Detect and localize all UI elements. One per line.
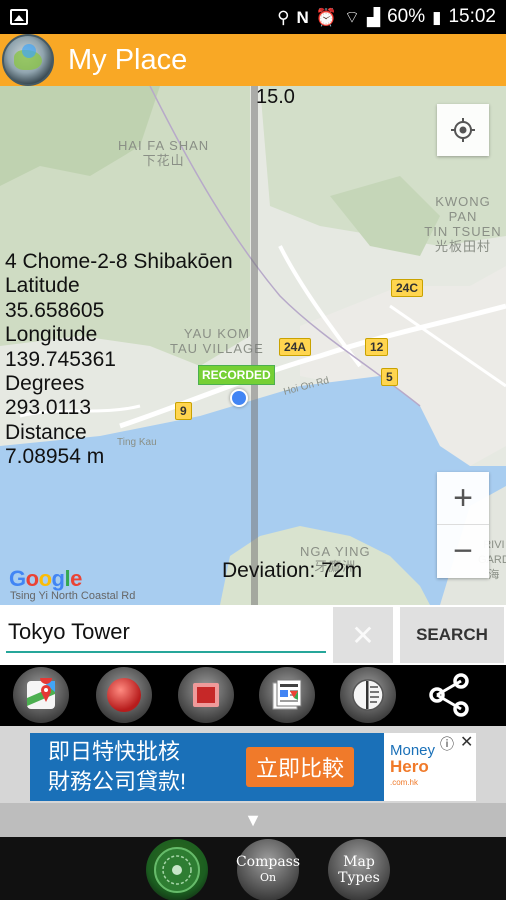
- clock: 15:02: [448, 6, 496, 27]
- bearing-value: 15.0: [256, 86, 295, 108]
- clear-button[interactable]: ✕: [333, 607, 393, 663]
- search-input[interactable]: [6, 613, 326, 653]
- toolbar: [0, 665, 506, 726]
- share-icon: [429, 673, 469, 717]
- compass-toggle-button[interactable]: [340, 667, 396, 723]
- globe-logo-icon[interactable]: [2, 34, 54, 86]
- ad-cta-button[interactable]: 立即比較: [246, 747, 355, 787]
- road-badge: 12: [365, 338, 389, 356]
- compass-title: Compass: [235, 854, 301, 870]
- map-view[interactable]: HAI FA SHAN 下花山 KWONG PAN TIN TSUEN 光板田村…: [0, 86, 506, 605]
- green-badge-icon: [154, 847, 200, 893]
- ad-content[interactable]: 即日特快批核 財務公司貸款! 立即比較 Money Hero .com.hk: [30, 733, 476, 801]
- distance-label: Distance: [5, 420, 87, 444]
- deviation-text: Deviation: 72m: [222, 559, 363, 582]
- status-bar: ⚲ N ⏰ ⌔ ▟ 60% ▮ 15:02: [0, 0, 506, 34]
- map-types-button[interactable]: Map Types: [328, 839, 390, 900]
- bottom-bar: Compass On Map Types: [0, 837, 506, 900]
- battery-percent: 60%: [387, 6, 426, 27]
- road-badge: 24C: [391, 279, 424, 297]
- green-badge-button[interactable]: [146, 839, 208, 900]
- compass-toggle-icon: [352, 679, 384, 711]
- ad-text: 即日特快批核 財務公司貸款!: [48, 739, 187, 794]
- chevron-down-icon: ▼: [244, 809, 262, 830]
- crosshair-icon: [451, 118, 475, 142]
- current-location-dot: [230, 389, 248, 407]
- maps-button[interactable]: [13, 667, 69, 723]
- wifi-icon: ⌔: [344, 7, 360, 27]
- zoom-out-button[interactable]: −: [437, 525, 489, 578]
- distance-value: 7.08954 m: [5, 445, 105, 469]
- record-button[interactable]: [96, 667, 152, 723]
- road-badge: 24A: [279, 338, 312, 356]
- stop-button[interactable]: [178, 667, 234, 723]
- nfc-icon: N: [296, 7, 309, 27]
- latitude-value: 35.658605: [5, 298, 105, 322]
- search-row: ✕ SEARCH: [0, 605, 506, 665]
- degrees-value: 293.0113: [5, 396, 92, 420]
- collapse-bar[interactable]: ▼: [0, 803, 506, 837]
- app-title: My Place: [68, 43, 188, 76]
- ad-close-icon[interactable]: ✕: [460, 732, 473, 752]
- app-bar: My Place: [0, 34, 506, 86]
- google-logo: Google: [9, 566, 82, 591]
- maps-icon: [27, 678, 55, 709]
- ad-banner[interactable]: 即日特快批核 財務公司貸款! 立即比較 Money Hero .com.hk ⓘ…: [0, 726, 506, 803]
- recorded-marker-label[interactable]: RECORDED: [198, 365, 275, 385]
- battery-icon: ▮: [432, 7, 442, 27]
- my-location-button[interactable]: [437, 104, 489, 156]
- news-button[interactable]: [259, 667, 315, 723]
- news-icon: [272, 679, 302, 710]
- search-button[interactable]: SEARCH: [400, 607, 504, 663]
- road-badge: 5: [381, 368, 398, 386]
- location-icon: ⚲: [277, 7, 290, 27]
- latitude-label: Latitude: [5, 274, 80, 298]
- zoom-in-button[interactable]: +: [437, 472, 489, 525]
- screen: ⚲ N ⏰ ⌔ ▟ 60% ▮ 15:02 My Place HAI FA SH…: [0, 0, 506, 900]
- bearing-line: [251, 86, 258, 605]
- map-types-line2: Types: [338, 870, 380, 886]
- share-button[interactable]: [423, 671, 475, 719]
- alarm-icon: ⏰: [315, 7, 337, 27]
- compass-on-button[interactable]: Compass On: [235, 839, 301, 900]
- signal-icon: ▟: [366, 7, 381, 27]
- record-icon: [107, 678, 141, 712]
- location-info: 4 Chome-2-8 Shibakōen Latitude 35.658605…: [5, 250, 233, 470]
- place-label-kwong-pan: KWONG PAN TIN TSUEN 光板田村: [424, 194, 502, 254]
- image-icon: [10, 9, 28, 25]
- ad-info-icon[interactable]: ⓘ: [440, 734, 454, 754]
- place-label-hai-fa-shan: HAI FA SHAN 下花山: [118, 138, 210, 168]
- stop-icon: [193, 683, 219, 707]
- zoom-controls: + −: [437, 472, 489, 578]
- address-text: 4 Chome-2-8 Shibakōen: [5, 250, 233, 273]
- map-types-line1: Map: [343, 854, 375, 870]
- compass-state: On: [259, 871, 277, 884]
- longitude-label: Longitude: [5, 323, 98, 347]
